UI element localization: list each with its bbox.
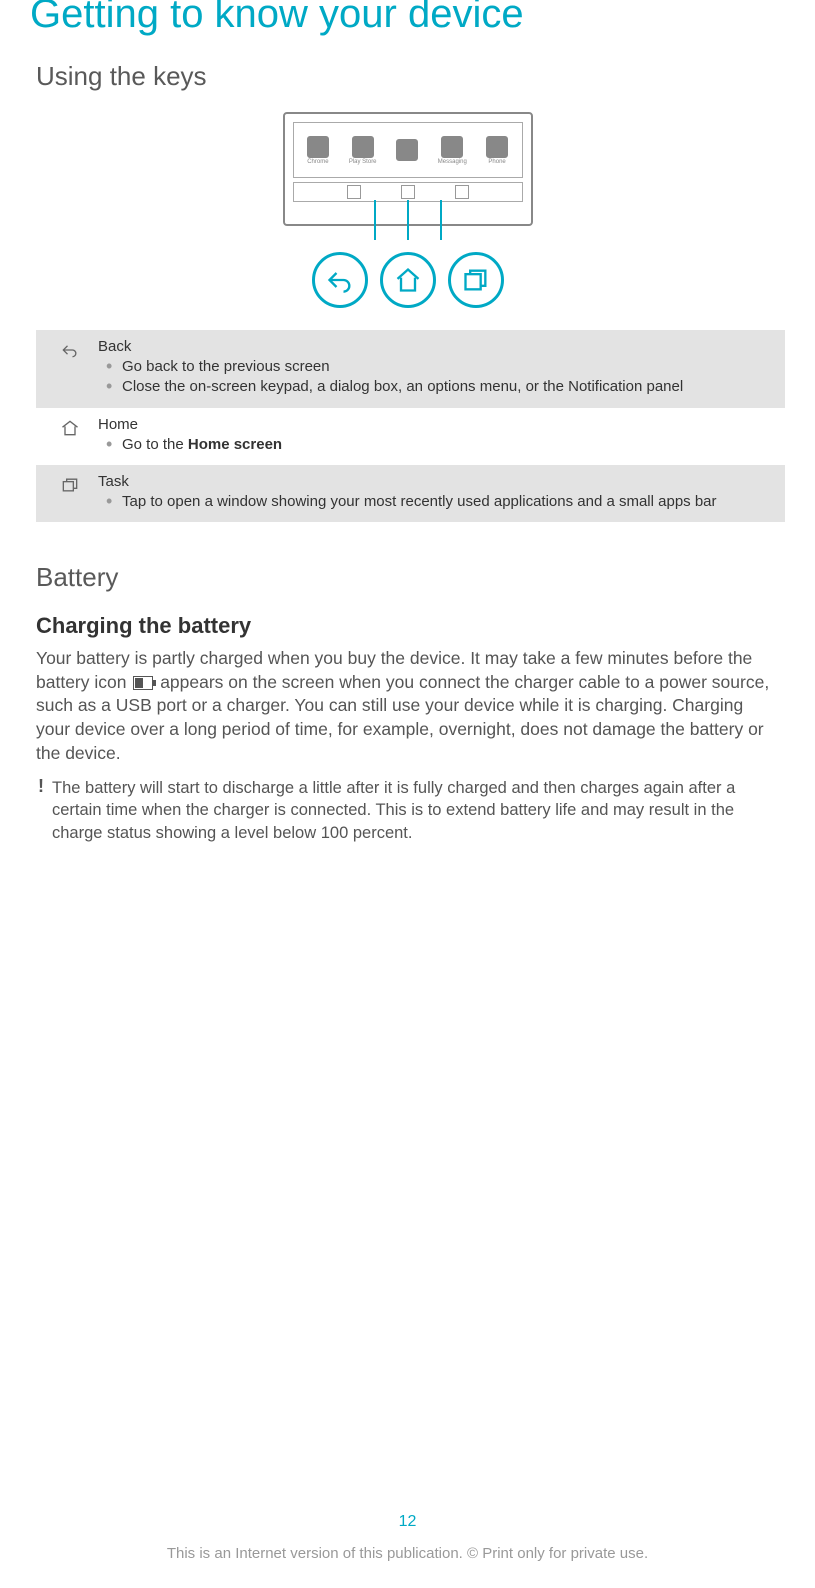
app-icon: [307, 136, 329, 158]
charging-heading: Charging the battery: [36, 613, 785, 639]
key-bullet: Tap to open a window showing your most r…: [98, 492, 775, 512]
battery-note: ! The battery will start to discharge a …: [36, 777, 785, 844]
app-label: Play Store: [349, 159, 377, 165]
copyright-text: This is an Internet version of this publ…: [0, 1545, 815, 1562]
note-text: The battery will start to discharge a li…: [52, 777, 785, 844]
key-row-home: Home Go to the Home screen: [36, 408, 785, 465]
app-icon: [396, 139, 418, 161]
key-row-back: Back Go back to the previous screen Clos…: [36, 330, 785, 408]
task-icon: [42, 473, 98, 512]
key-bullet: Go back to the previous screen: [98, 357, 775, 377]
keys-table: Back Go back to the previous screen Clos…: [36, 330, 785, 522]
app-label: Chrome: [307, 159, 328, 165]
callout-circles: [283, 252, 533, 308]
key-row-task: Task Tap to open a window showing your m…: [36, 465, 785, 522]
key-title: Home: [98, 416, 775, 433]
app-icon: [352, 136, 374, 158]
battery-icon: [133, 676, 153, 690]
key-bullet: Close the on-screen keypad, a dialog box…: [98, 377, 775, 397]
battery-heading: Battery: [36, 562, 785, 593]
key-title: Task: [98, 473, 775, 490]
home-icon: [42, 416, 98, 455]
app-icon: [441, 136, 463, 158]
app-label: Phone: [488, 159, 505, 165]
nav-home-small-icon: [401, 185, 415, 199]
important-icon: !: [36, 777, 46, 844]
phone-nav-bar: [293, 182, 523, 202]
page-title: Getting to know your device: [30, 0, 785, 37]
home-circle-icon: [380, 252, 436, 308]
app-label: Messaging: [438, 159, 467, 165]
nav-task-small-icon: [455, 185, 469, 199]
app-icon: [486, 136, 508, 158]
nav-back-small-icon: [347, 185, 361, 199]
using-keys-heading: Using the keys: [36, 61, 785, 92]
page-number: 12: [0, 1513, 815, 1531]
charging-paragraph: Your battery is partly charged when you …: [36, 647, 785, 765]
key-bullet: Go to the Home screen: [98, 435, 775, 455]
phone-screen: Chrome Play Store Messaging Phone: [293, 122, 523, 178]
task-circle-icon: [448, 252, 504, 308]
key-title: Back: [98, 338, 775, 355]
back-circle-icon: [312, 252, 368, 308]
keys-illustration: Chrome Play Store Messaging Phone: [30, 112, 785, 308]
back-icon: [42, 338, 98, 398]
